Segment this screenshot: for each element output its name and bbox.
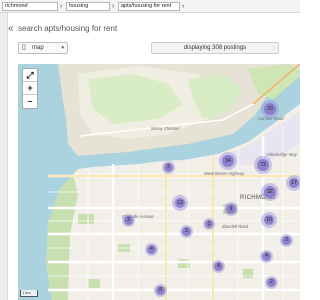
cluster-count: 32 (267, 189, 273, 195)
cluster-count: 4 (217, 263, 220, 269)
chevron-down-icon: ▾ (61, 45, 64, 51)
listing-cluster[interactable]: 1 (203, 218, 215, 230)
listing-cluster[interactable]: 17 (286, 175, 300, 191)
cluster-count: 13 (177, 200, 183, 206)
zoom-out-button[interactable]: – (23, 95, 37, 108)
cluster-count: 23 (267, 106, 273, 112)
listing-cluster[interactable]: 34 (219, 152, 237, 170)
listing-cluster[interactable]: 9 (224, 202, 238, 216)
cluster-count: 2 (167, 164, 170, 170)
cluster-count: 2 (127, 217, 130, 223)
listing-cluster[interactable]: 8 (154, 284, 167, 297)
left-sidebar (0, 13, 8, 300)
cluster-count: 17 (291, 180, 297, 186)
listing-cluster[interactable]: 13 (172, 195, 188, 211)
cluster-count: 34 (225, 158, 231, 164)
listing-cluster[interactable]: 2 (280, 234, 293, 247)
map-view[interactable]: Moray Channel Westminster Highway RICHMO… (18, 64, 300, 300)
cluster-count: 10 (266, 217, 272, 223)
listing-cluster[interactable]: 73 (254, 156, 272, 174)
breadcrumb-bar: richmond › housing › apts/housing for re… (0, 0, 300, 13)
cluster-count: 4 (265, 253, 268, 259)
breadcrumb-arrow-icon: › (182, 3, 185, 10)
listing-cluster[interactable]: 2 (265, 276, 278, 289)
cluster-count: 9 (229, 206, 233, 212)
breadcrumb-arrow-icon: › (60, 3, 63, 10)
breadcrumb-subcategory[interactable]: apts/housing for rent (118, 2, 180, 11)
fullscreen-icon[interactable]: ⤢ (23, 69, 37, 82)
map-label-westminster: Westminster Highway (204, 171, 245, 176)
listing-cluster[interactable]: 4 (212, 260, 225, 273)
cluster-count: 2 (285, 237, 288, 243)
listing-cluster[interactable]: 4 (145, 243, 158, 256)
cluster-count: 1 (207, 221, 211, 227)
listing-cluster[interactable]: 2 (180, 225, 193, 238)
map-tiles (18, 64, 300, 300)
listing-cluster[interactable]: 23 (261, 100, 279, 118)
breadcrumb-category[interactable]: housing (66, 2, 110, 11)
listing-cluster[interactable]: 10 (261, 212, 277, 228)
cluster-count: 2 (270, 279, 273, 285)
collapse-sidebar-icon[interactable]: « (8, 24, 14, 34)
breadcrumb-site-label: richmond (5, 3, 28, 9)
view-mode-dropdown[interactable]: ▯ map ▾ (18, 42, 68, 54)
breadcrumb-category-label: housing (69, 3, 89, 9)
listing-cluster[interactable]: 2 (162, 161, 175, 174)
breadcrumb-arrow-icon: › (112, 3, 115, 10)
cluster-count: 73 (260, 162, 266, 168)
view-mode-label: map (32, 45, 44, 51)
map-label-blundell: Blundell Road (222, 224, 249, 229)
breadcrumb-subcategory-label: apts/housing for rent (121, 3, 172, 9)
listing-cluster[interactable]: 4 (260, 250, 273, 263)
cluster-count: 8 (159, 287, 162, 293)
map-label-channel: Moray Channel (151, 126, 180, 131)
map-icon: ▯ (22, 44, 26, 51)
cluster-count: 2 (185, 228, 188, 234)
results-controls: ▯ map ▾ displaying 308 postings (12, 40, 300, 58)
map-scale: 1 km (20, 290, 38, 297)
breadcrumb-site[interactable]: richmond (2, 2, 58, 11)
zoom-in-button[interactable]: + (23, 82, 37, 95)
search-input[interactable]: search apts/housing for rent (18, 22, 300, 36)
cluster-count: 4 (150, 246, 153, 252)
postings-count: displaying 308 postings (151, 42, 279, 54)
listing-cluster[interactable]: 32 (261, 183, 279, 201)
map-zoom-controls: ⤢ + – (22, 68, 38, 109)
listing-cluster[interactable]: 2 (122, 214, 135, 227)
